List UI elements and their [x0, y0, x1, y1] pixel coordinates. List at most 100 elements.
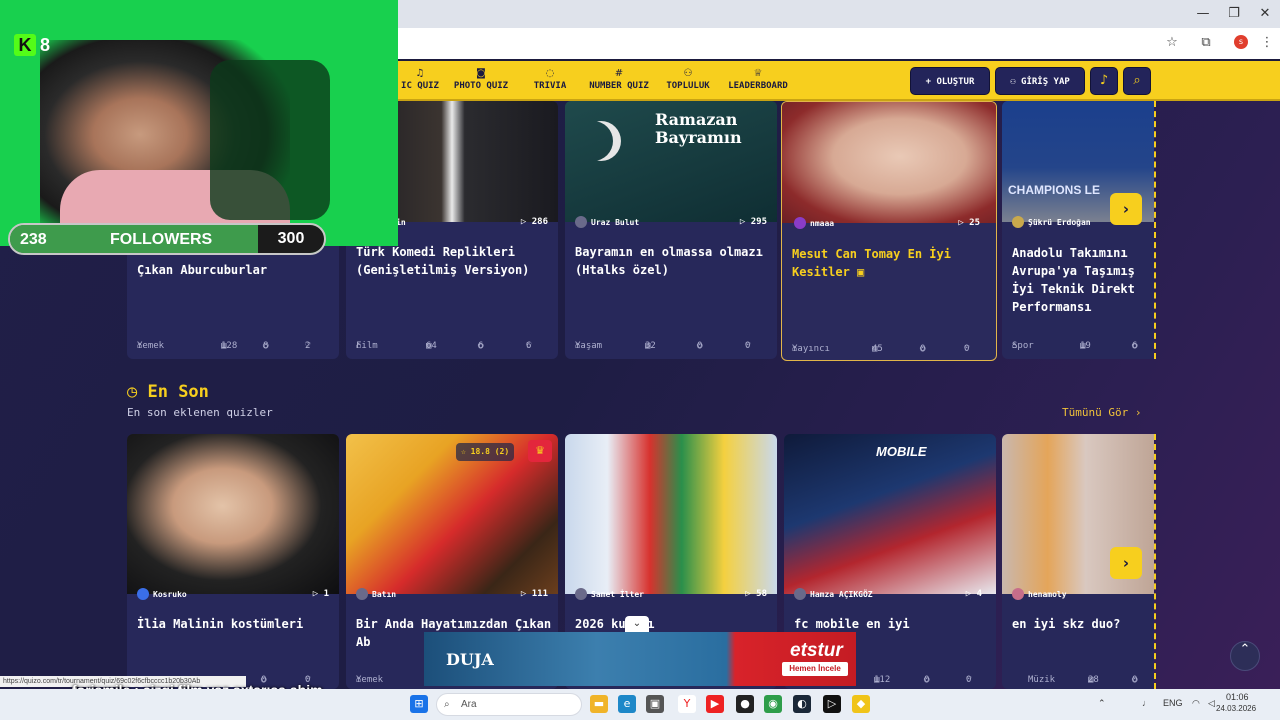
youtube-icon[interactable]: ▶	[706, 695, 724, 713]
yandex-icon[interactable]: Y	[678, 695, 696, 713]
play-count: ▷ 295	[739, 217, 767, 227]
close-icon[interactable]: ✕	[1256, 6, 1274, 22]
quiz-card[interactable]: Ramazan Bayramın Uraz Bulut ▷ 295 Bayram…	[565, 101, 777, 359]
chair	[210, 60, 330, 220]
quiz-author: Kosruko	[137, 585, 187, 603]
carousel-next-button[interactable]: ›	[1110, 193, 1142, 225]
quiz-meta: ⌂ Yayıncı ▤ 45 ◯ 0 ♡ 0	[792, 344, 970, 354]
trophy-icon: ♕	[753, 68, 763, 79]
language-indicator[interactable]: ENG	[1163, 698, 1183, 708]
ad-brand-etstur: etstur	[790, 640, 843, 661]
site-nav: ♫ IC QUIZ ◙ PHOTO QUIZ ◌ TRIVIA # NUMBER QUI…	[398, 61, 1280, 101]
followers-current: 238	[20, 231, 47, 248]
avatar	[794, 588, 806, 600]
quiz-meta: Müzik ▤ 28 ◯ 0	[1028, 675, 1138, 685]
quiz-title: Bayramın en olmassa olmazı (Htalks özel)	[575, 245, 763, 277]
chevron-right-icon: ›	[1134, 406, 1142, 419]
edge-icon[interactable]: e	[618, 695, 636, 713]
nav-item-leaderboard[interactable]: ♕ LEADERBOARD	[724, 67, 792, 97]
clock-icon: ◷	[127, 382, 148, 402]
scroll-to-top-button[interactable]: ⌃	[1230, 641, 1260, 671]
minimize-icon[interactable]: —	[1194, 6, 1212, 22]
quiz-card[interactable]: CHAMPIONS LE Şükrü Erdoğan Anadolu Takım…	[1002, 101, 1154, 359]
scroll-edge	[1153, 434, 1156, 689]
star-icon[interactable]: ☆	[1163, 34, 1181, 52]
play-count: ▷ 1	[312, 589, 329, 599]
play-count: ▷ 58	[745, 589, 767, 599]
chevron-up-icon: ⌃	[1239, 642, 1251, 657]
kick-counter: K8	[14, 34, 60, 58]
quiz-author: henamoly	[1012, 585, 1067, 603]
thumbnail-text: CHAMPIONS LE	[1008, 183, 1101, 197]
volume-icon[interactable]: ◁	[1208, 698, 1215, 709]
followers-goal-bar: 238 FOLLOWERS 300	[8, 223, 326, 255]
ad-cta-button[interactable]: Hemen İncele	[782, 662, 848, 676]
play-icon: ▷	[739, 217, 751, 227]
address-bar[interactable]	[400, 31, 1160, 53]
quiz-author: Şükrü Erdoğan	[1012, 213, 1091, 231]
tray-chevron-up-icon[interactable]: ⌃	[1098, 698, 1106, 709]
taskbar-search[interactable]: ⌕ Ara	[436, 693, 582, 716]
see-all-link[interactable]: Tümünü Gör ›	[1062, 406, 1141, 419]
avatar	[575, 216, 587, 228]
avatar	[794, 217, 806, 229]
quiz-title: Anadolu Takımını Avrupa'ya Taşımış İyi T…	[1012, 246, 1135, 314]
scroll-edge	[1153, 101, 1156, 359]
quiz-title: Türk Komedi Replikleri (Genişletilmiş Ve…	[356, 245, 530, 277]
avatar	[1012, 216, 1024, 228]
microphone-icon[interactable]: ♩	[1142, 698, 1151, 708]
avatar	[1012, 588, 1024, 600]
clock-time[interactable]: 01:06	[1226, 692, 1249, 702]
maximize-icon[interactable]: ❐	[1225, 6, 1243, 22]
section-title: ◷ En Son	[127, 382, 209, 402]
nav-item-topluluk[interactable]: ⚇ TOPLULUK	[664, 67, 712, 97]
ad-banner[interactable]: DUJA etstur Hemen İncele	[424, 632, 856, 686]
play-icon: ▷	[520, 589, 532, 599]
ad-collapse-button[interactable]: ⌄	[625, 616, 649, 632]
quiz-card[interactable]: Kosruko ▷ 1 İlia Malinin kostümleri ◯ 0 …	[127, 434, 339, 689]
steam-icon[interactable]: ◐	[793, 695, 811, 713]
play-count: ▷ 25	[958, 218, 980, 228]
clock-date[interactable]: 24.03.2026	[1216, 704, 1256, 713]
windows-start-icon[interactable]: ⊞	[410, 695, 428, 713]
wifi-icon[interactable]: ◠	[1192, 698, 1200, 709]
crescent-icon	[573, 121, 613, 161]
search-icon: ⌕	[444, 699, 450, 710]
media-player-icon[interactable]: ▷	[823, 695, 841, 713]
kick-logo-icon: K	[14, 34, 36, 56]
play-icon: ▷	[745, 589, 757, 599]
create-button[interactable]: + OLUŞTUR	[910, 67, 990, 95]
nav-item-trivia[interactable]: ◌ TRIVIA	[528, 67, 572, 97]
quiz-title: İlia Malinin kostümleri	[137, 617, 304, 631]
chevron-right-icon: ›	[1122, 554, 1130, 572]
nav-item-number-quiz[interactable]: # NUMBER QUIZ	[586, 67, 652, 97]
chrome-icon[interactable]: ◉	[764, 695, 782, 713]
nav-item-photo-quiz[interactable]: ◙ PHOTO QUIZ	[450, 67, 512, 97]
people-icon: ⚇	[683, 68, 693, 79]
thumbnail-text: Ramazan Bayramın	[655, 110, 742, 147]
avatar	[137, 588, 149, 600]
windows-taskbar: ⊞ ⌕ Ara ▬ e ▣ Y ▶ ● ◉ ◐ ▷ ◆ ⌃ ♩ ENG ◠ ◁ 0…	[0, 689, 1280, 720]
store-icon[interactable]: ▣	[646, 695, 664, 713]
play-icon: ▷	[312, 589, 324, 599]
quiz-title: Çıkan Aburcuburlar	[137, 263, 268, 277]
search-icon[interactable]: ⌕	[1123, 67, 1151, 95]
carousel-next-button[interactable]: ›	[1110, 547, 1142, 579]
ad-brand-duja: DUJA	[446, 650, 494, 669]
quiz-thumbnail	[346, 434, 558, 594]
play-icon: ▷	[520, 217, 532, 227]
profile-avatar[interactable]: s	[1234, 35, 1248, 49]
quiz-thumbnail: MOBILE	[784, 434, 996, 594]
login-button[interactable]: ⚇ GİRİŞ YAP	[995, 67, 1085, 95]
puzzle-icon[interactable]: ⧉	[1197, 34, 1215, 52]
kebab-icon[interactable]: ⋮	[1258, 34, 1276, 52]
thumbnail-text: MOBILE	[876, 444, 927, 459]
user-icon: ⚇	[1010, 77, 1022, 87]
quiz-card[interactable]: nmaaa ▷ 25 Mesut Can Tomay En İyi Kesitl…	[781, 101, 997, 361]
play-icon: ▷	[965, 589, 977, 599]
app2-icon[interactable]: ◆	[852, 695, 870, 713]
app-icon[interactable]: ●	[736, 695, 754, 713]
file-explorer-icon[interactable]: ▬	[590, 695, 608, 713]
nav-item-music-quiz[interactable]: ♫ IC QUIZ	[398, 67, 442, 97]
bell-icon[interactable]: ♪	[1090, 67, 1118, 95]
